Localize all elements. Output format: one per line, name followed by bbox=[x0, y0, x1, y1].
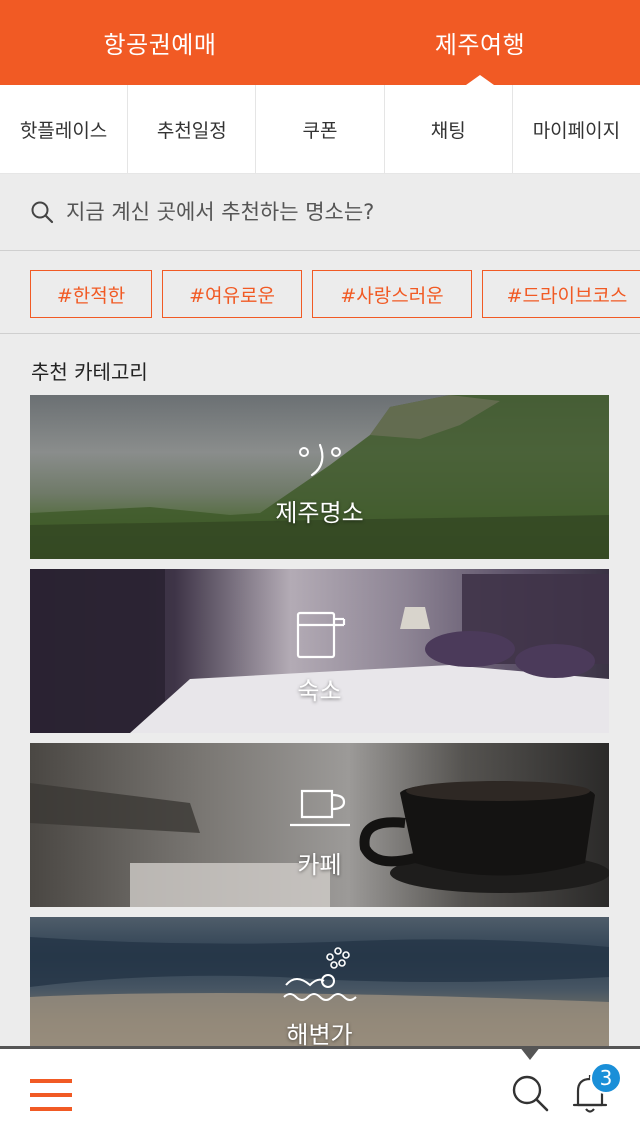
tag-lovely[interactable]: #사랑스러운 bbox=[312, 270, 472, 318]
landmark-icon bbox=[298, 443, 341, 477]
tab-flight-booking-label: 항공권예매 bbox=[103, 31, 217, 59]
search-button-icon[interactable] bbox=[510, 1073, 550, 1113]
tag-quiet[interactable]: #한적한 bbox=[30, 270, 152, 318]
section-title: 추천 카테고리 bbox=[31, 360, 148, 384]
category-card-cafe[interactable]: 카페 bbox=[30, 743, 609, 907]
hamburger-menu-button[interactable] bbox=[30, 1079, 72, 1111]
tab-jeju-travel[interactable]: 제주여행 bbox=[320, 0, 640, 85]
sub-nav: 핫플레이스 추천일정 쿠폰 채팅 마이페이지 bbox=[0, 85, 640, 174]
category-label-accommodation: 숙소 bbox=[297, 677, 342, 705]
subnav-mypage[interactable]: 마이페이지 bbox=[513, 85, 640, 173]
subnav-chat[interactable]: 채팅 bbox=[385, 85, 513, 173]
active-pointer bbox=[519, 1046, 541, 1060]
category-card-accommodation[interactable]: 숙소 bbox=[30, 569, 609, 733]
hamburger-line bbox=[30, 1079, 72, 1083]
tag-drive-course[interactable]: #드라이브코스 bbox=[482, 270, 640, 318]
subnav-hotplace[interactable]: 핫플레이스 bbox=[0, 85, 129, 173]
category-label-cafe: 카페 bbox=[297, 851, 342, 879]
category-card-beach[interactable]: 해변가 bbox=[30, 917, 609, 1047]
coffee-cup-icon bbox=[289, 789, 350, 827]
category-card-landmarks[interactable]: 제주명소 bbox=[30, 395, 609, 559]
beach-wave-icon bbox=[282, 947, 357, 1001]
notification-badge: 3 bbox=[590, 1062, 622, 1094]
category-label-beach: 해변가 bbox=[286, 1021, 353, 1047]
tag-row: #한적한 #여유로운 #사랑스러운 #드라이브코스 bbox=[0, 251, 640, 334]
accommodation-icon bbox=[296, 611, 345, 659]
search-icon bbox=[31, 201, 54, 224]
bottom-bar bbox=[0, 1046, 640, 1136]
search-input[interactable] bbox=[66, 200, 626, 224]
hamburger-line bbox=[30, 1107, 72, 1111]
active-tab-caret bbox=[466, 75, 494, 85]
hamburger-line bbox=[30, 1093, 72, 1097]
subnav-coupon[interactable]: 쿠폰 bbox=[256, 85, 385, 173]
subnav-recommended-schedule[interactable]: 추천일정 bbox=[128, 85, 257, 173]
top-header: 항공권예매 제주여행 bbox=[0, 0, 640, 85]
tab-jeju-travel-label: 제주여행 bbox=[434, 31, 526, 59]
category-label-landmarks: 제주명소 bbox=[275, 499, 364, 527]
tab-flight-booking[interactable]: 항공권예매 bbox=[0, 0, 320, 85]
search-bar bbox=[0, 174, 640, 251]
tag-relaxed[interactable]: #여유로운 bbox=[162, 270, 302, 318]
